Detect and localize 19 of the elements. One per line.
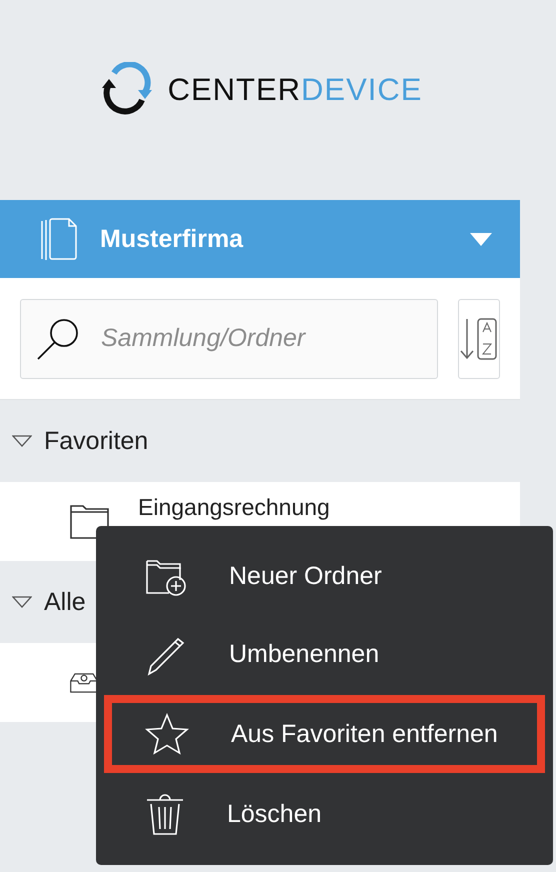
star-icon bbox=[145, 713, 189, 756]
menu-item[interactable]: Umbenennen bbox=[104, 616, 545, 694]
search-field[interactable]: Sammlung/Ordner bbox=[20, 298, 438, 378]
menu-item[interactable]: Aus Favoriten entfernen bbox=[104, 695, 545, 774]
menu-item[interactable]: Löschen bbox=[104, 775, 545, 853]
search-icon bbox=[36, 316, 80, 360]
dropdown-caret-icon[interactable] bbox=[470, 232, 492, 246]
expand-triangle-icon bbox=[12, 435, 32, 447]
documents-icon bbox=[40, 217, 78, 261]
logo-text: DEVICE bbox=[301, 72, 422, 108]
trash-icon bbox=[145, 792, 185, 836]
sort-button[interactable] bbox=[458, 298, 500, 378]
section-title: Favoriten bbox=[44, 426, 148, 456]
expand-triangle-icon bbox=[12, 596, 32, 608]
sort-az-icon bbox=[459, 318, 499, 360]
logo-text: CENTER bbox=[168, 72, 302, 108]
section-title: Alle bbox=[44, 588, 86, 616]
folder-name: Eingangsrechnung bbox=[138, 496, 330, 519]
workspace-name: Musterfirma bbox=[100, 224, 244, 254]
